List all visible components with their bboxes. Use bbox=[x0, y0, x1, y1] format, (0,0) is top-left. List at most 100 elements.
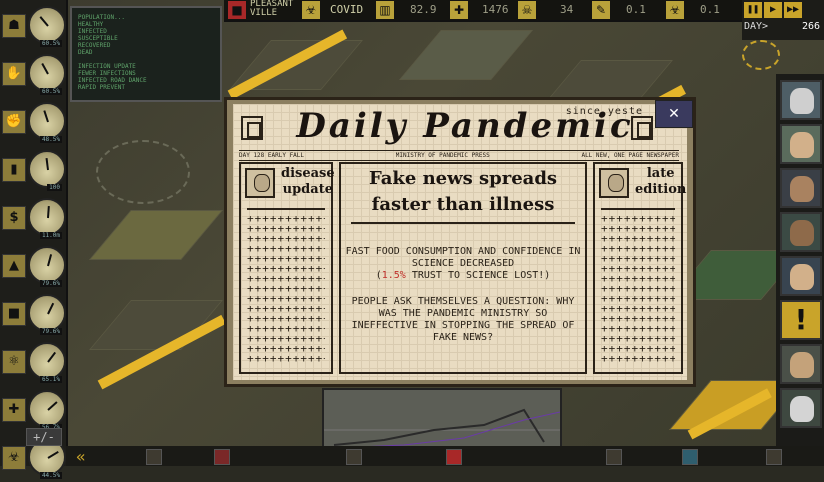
stats-line: FEWER INFECTIONS bbox=[78, 70, 136, 77]
toolbar-icon[interactable] bbox=[346, 449, 362, 465]
gauge-needle bbox=[47, 351, 57, 363]
ornament-icon bbox=[241, 116, 263, 140]
hat-icon[interactable]: ▲ bbox=[2, 254, 26, 278]
biohazard-icon[interactable]: ☣ bbox=[666, 1, 684, 19]
money-icon[interactable]: $ bbox=[2, 206, 26, 230]
gauge-row[interactable]: ✋ 60.5% bbox=[2, 52, 66, 98]
atom-icon[interactable]: ⚛ bbox=[2, 350, 26, 374]
column-heading: disease update bbox=[281, 166, 335, 197]
days-value: 0.1 bbox=[700, 3, 720, 16]
day-label: DAY> bbox=[744, 21, 769, 32]
bottom-toolbar: « bbox=[66, 446, 824, 466]
fist-icon[interactable]: ✊ bbox=[2, 110, 26, 134]
close-button[interactable]: ✕ bbox=[655, 100, 693, 128]
city-name: PLEASANT VILLE bbox=[250, 0, 294, 18]
gauge-row[interactable]: ■ 79.6% bbox=[2, 292, 66, 338]
stats-line: HEALTHY bbox=[78, 21, 104, 28]
biohazard-icon: ☣ bbox=[302, 1, 320, 19]
newspaper-subline: DAY 128 EARLY FALL MINISTRY OF PANDEMIC … bbox=[239, 150, 679, 161]
gauge-needle bbox=[47, 450, 59, 459]
alarm-icon[interactable] bbox=[446, 449, 462, 465]
gauge-needle bbox=[47, 302, 55, 315]
vaccine-value: 0.1 bbox=[626, 3, 646, 16]
advisor-portrait[interactable] bbox=[780, 388, 822, 428]
story-body: FAST FOOD CONSUMPTION AND CONFIDENCE IN … bbox=[343, 246, 583, 358]
advisor-portrait[interactable] bbox=[780, 168, 822, 208]
pill-icon[interactable]: ▮ bbox=[2, 158, 26, 182]
bar-chart-icon[interactable]: ▥ bbox=[376, 1, 394, 19]
subline-publisher: MINISTRY OF PANDEMIC PRESS bbox=[395, 152, 490, 159]
stats-line: SUSCEPTIBLE bbox=[78, 35, 118, 42]
disease-name: COVID bbox=[330, 3, 364, 16]
gauge-value: 65.1% bbox=[39, 376, 62, 383]
time-controls: ❚❚ ▶ ▶▶ DAY> 266 bbox=[742, 0, 824, 40]
gauge-value: 100 bbox=[47, 184, 62, 191]
alert-icon[interactable]: ! bbox=[780, 300, 822, 340]
newspaper-modal: Daily Pandemic since yeste DAY 128 EARLY… bbox=[224, 97, 696, 387]
gauge-row[interactable]: ☗ 60.5% bbox=[2, 4, 66, 50]
stats-line: INFECTED bbox=[78, 28, 107, 35]
advisor-portrait[interactable] bbox=[780, 124, 822, 164]
gauge-row[interactable]: ▲ 79.6% bbox=[2, 244, 66, 290]
gauge-needle bbox=[43, 110, 49, 123]
ornament-icon bbox=[631, 116, 653, 140]
biohazard-icon[interactable]: ☣ bbox=[2, 446, 26, 470]
pause-button[interactable]: ❚❚ bbox=[744, 2, 762, 18]
advisor-portrait[interactable] bbox=[780, 344, 822, 384]
dial-gauge bbox=[28, 246, 66, 284]
advisor-portrait[interactable] bbox=[780, 212, 822, 252]
toolbar-icon[interactable] bbox=[146, 449, 162, 465]
population-stats-panel: POPULATION... HEALTHY INFECTED SUSCEPTIBLE R… bbox=[70, 6, 222, 102]
day-dial-icon bbox=[742, 40, 780, 70]
mask-icon[interactable]: ☗ bbox=[2, 14, 26, 38]
gauge-value: 44.5% bbox=[39, 472, 62, 479]
toggle-plus-minus-button[interactable]: +/- bbox=[26, 428, 62, 446]
story-text: TRUST TO SCIENCE LOST!) bbox=[405, 270, 551, 281]
stats-line: INFECTED ROAD DANCE bbox=[78, 77, 147, 84]
deaths-value: 34 bbox=[560, 3, 574, 16]
advisor-portrait[interactable] bbox=[780, 256, 822, 296]
gauge-row[interactable]: $11.0m bbox=[2, 196, 66, 242]
stats-line: RECOVERED bbox=[78, 42, 111, 49]
skull-icon[interactable]: ☠ bbox=[518, 1, 536, 19]
trend-chart-svg bbox=[324, 408, 561, 449]
medical-cross-icon[interactable]: ✚ bbox=[2, 398, 26, 422]
advisor-portrait[interactable] bbox=[780, 80, 822, 120]
stop-hand-icon[interactable] bbox=[214, 449, 230, 465]
newspaper-page: Daily Pandemic since yeste DAY 128 EARLY… bbox=[233, 104, 687, 380]
gauge-needle bbox=[47, 254, 53, 267]
gauge-row[interactable]: ✊ 48.5% bbox=[2, 100, 66, 146]
test-tube-icon[interactable] bbox=[682, 449, 698, 465]
dial-gauge bbox=[28, 198, 66, 236]
gauge-needle bbox=[47, 401, 58, 411]
column-heading: late edition bbox=[635, 166, 687, 197]
stats-line: INFECTION UPDATE bbox=[78, 63, 136, 70]
reporter-portrait bbox=[599, 168, 629, 198]
dial-gauge bbox=[28, 6, 66, 44]
gauge-value: 48.5% bbox=[39, 136, 62, 143]
late-edition-column: late edition +++++++++ +++++++ ++ ++++++++… bbox=[593, 162, 687, 374]
medical-cross-icon[interactable]: ✚ bbox=[450, 1, 468, 19]
city-icon: ■ bbox=[228, 1, 246, 19]
play-button[interactable]: ▶ bbox=[764, 2, 782, 18]
gauge-row[interactable]: ▮ 100 bbox=[2, 148, 66, 194]
subline-tagline: ALL NEW, ONE PAGE NEWSPAPER bbox=[581, 152, 679, 159]
subline-date: DAY 128 EARLY FALL bbox=[239, 152, 305, 159]
syringe-icon[interactable]: ✎ bbox=[592, 1, 610, 19]
story-text: FAST FOOD CONSUMPTION AND CONFIDENCE IN … bbox=[345, 246, 581, 269]
compass-rose-icon bbox=[96, 140, 190, 204]
box-icon[interactable]: ■ bbox=[2, 302, 26, 326]
dial-gauge bbox=[28, 294, 66, 332]
collapse-arrow-icon[interactable]: « bbox=[76, 447, 86, 466]
hand-icon[interactable]: ✋ bbox=[2, 62, 26, 86]
stats-line: RAPID PREVENT bbox=[78, 84, 125, 91]
toolbar-icon[interactable] bbox=[766, 449, 782, 465]
gauge-needle bbox=[47, 205, 50, 219]
toolbar-icon[interactable] bbox=[606, 449, 622, 465]
day-value: 266 bbox=[801, 21, 820, 32]
gauge-row[interactable]: ⚛ 65.1% bbox=[2, 340, 66, 386]
trend-chart bbox=[322, 388, 562, 452]
fast-forward-button[interactable]: ▶▶ bbox=[784, 2, 802, 18]
gauge-needle bbox=[41, 63, 49, 75]
dial-gauge bbox=[28, 54, 66, 92]
